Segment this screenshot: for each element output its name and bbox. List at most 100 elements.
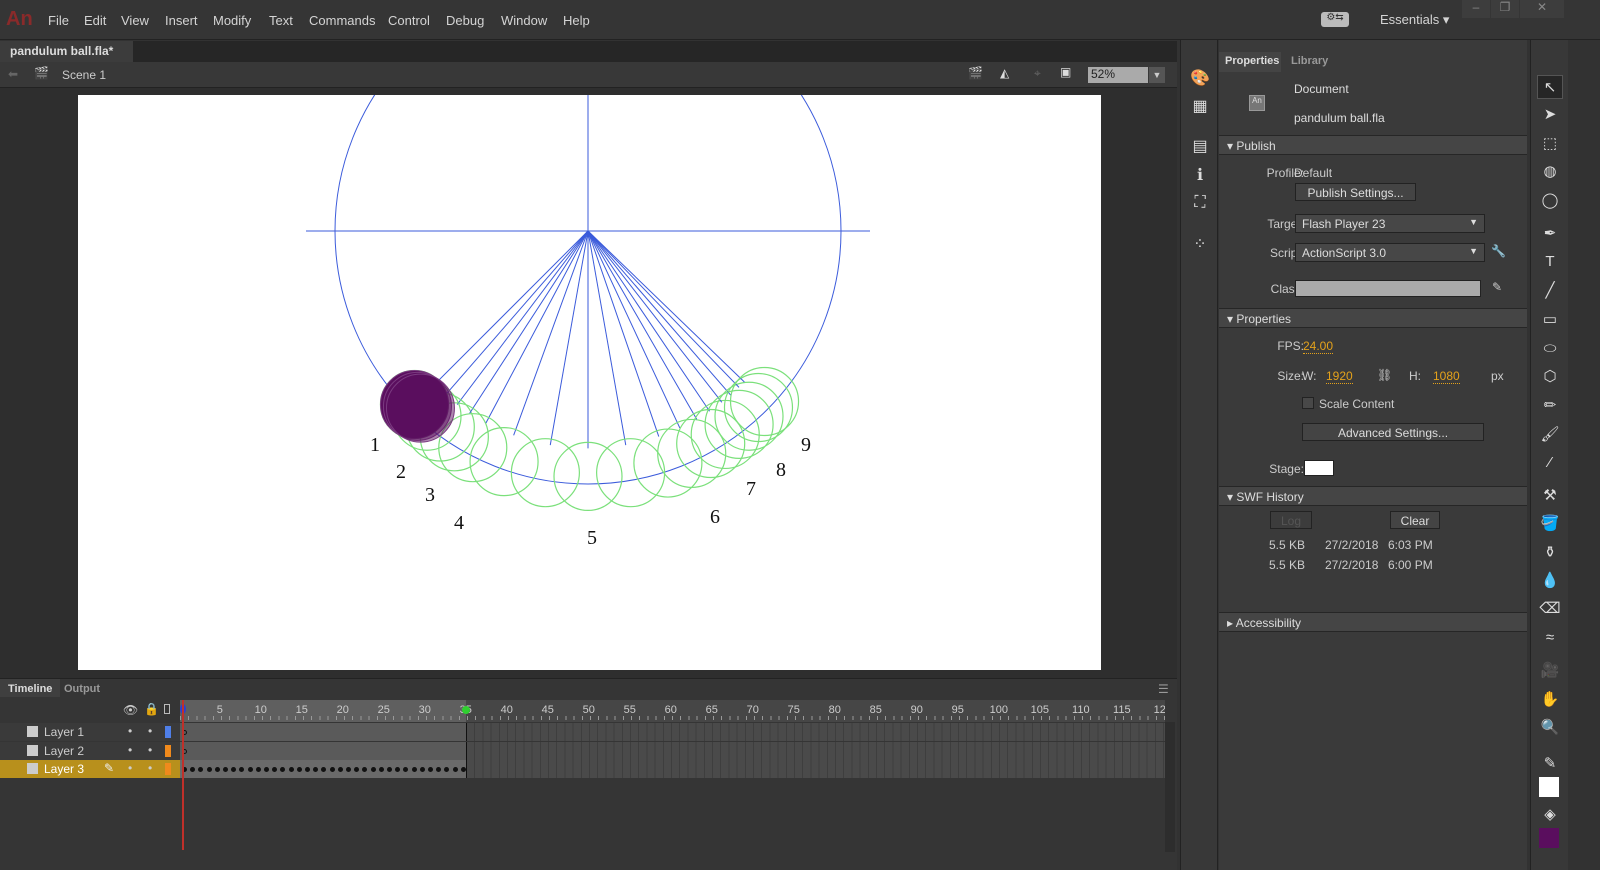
motion-presets-icon[interactable]: ⁘	[1189, 234, 1211, 256]
close-window-button[interactable]: ✕	[1520, 0, 1564, 18]
keyframe[interactable]	[223, 767, 228, 772]
tab-properties[interactable]: Properties	[1219, 52, 1281, 72]
accessibility-section-header[interactable]: ▸ Accessibility	[1219, 612, 1527, 632]
menu-view[interactable]: View	[121, 13, 149, 28]
keyframe[interactable]	[329, 767, 335, 772]
keyframe[interactable]	[247, 767, 253, 772]
lock-dot[interactable]: •	[148, 724, 152, 738]
lock-all-icon[interactable]: 🔒	[144, 702, 159, 716]
height-value[interactable]: 1080	[1433, 369, 1460, 384]
menu-control[interactable]: Control	[388, 13, 430, 28]
menu-window[interactable]: Window	[501, 13, 547, 28]
class-input[interactable]	[1295, 280, 1481, 297]
pen-tool-icon[interactable]: ✒	[1537, 222, 1563, 246]
keyframe[interactable]	[288, 767, 294, 772]
minimize-button[interactable]: –	[1462, 0, 1490, 18]
ink-bottle-tool-icon[interactable]: ⚱	[1537, 541, 1563, 565]
layer-name[interactable]: Layer 3	[44, 762, 84, 776]
frame-ruler[interactable]: 5101520253035404550556065707580859095100…	[180, 700, 1165, 722]
sync-settings-icon[interactable]: ⚙⇆	[1321, 12, 1349, 27]
3d-rotation-tool-icon[interactable]: ◍	[1537, 160, 1563, 184]
keyframe[interactable]	[346, 767, 351, 772]
paint-brush-tool-icon[interactable]: 🖌	[1537, 423, 1563, 447]
tab-timeline[interactable]: Timeline	[0, 679, 61, 697]
stroke-color-swatch[interactable]	[1539, 777, 1559, 797]
layer-name[interactable]: Layer 1	[44, 725, 84, 739]
zoom-dropdown-icon[interactable]: ▼	[1149, 67, 1165, 83]
keyframe[interactable]	[255, 767, 261, 772]
layer-outline-color[interactable]	[165, 744, 171, 757]
fill-color-icon[interactable]: ◈	[1537, 803, 1563, 827]
show-hide-all-icon[interactable]: 👁	[123, 703, 138, 717]
menu-text[interactable]: Text	[269, 13, 293, 28]
fps-value[interactable]: 24.00	[1303, 339, 1334, 354]
publish-settings-button[interactable]: Publish Settings...	[1295, 183, 1416, 201]
scene-name[interactable]: Scene 1	[62, 68, 106, 82]
width-value[interactable]: 1920	[1326, 369, 1353, 384]
menu-file[interactable]: File	[48, 13, 69, 28]
visibility-dot[interactable]: •	[128, 724, 132, 738]
back-arrow-icon[interactable]: ⬅	[8, 67, 18, 81]
stage-color-swatch[interactable]	[1304, 460, 1334, 476]
keyframe[interactable]	[419, 767, 425, 772]
zoom-input[interactable]: 52%	[1088, 67, 1148, 83]
end-frame-marker[interactable]	[462, 706, 470, 714]
layer-name[interactable]: Layer 2	[44, 744, 84, 758]
width-tool-icon[interactable]: ≈	[1537, 626, 1563, 650]
script-select[interactable]: ActionScript 3.0 ▼	[1295, 243, 1485, 262]
menu-help[interactable]: Help	[563, 13, 590, 28]
keyframe[interactable]	[206, 767, 212, 772]
keyframe[interactable]	[337, 767, 343, 772]
fill-color-swatch[interactable]	[1539, 828, 1559, 848]
clip-content-icon[interactable]: ▣	[1060, 65, 1071, 79]
rectangle-tool-icon[interactable]: ▭	[1537, 308, 1563, 332]
publish-section-header[interactable]: ▾ Publish	[1219, 135, 1527, 155]
target-select[interactable]: Flash Player 23 ▼	[1295, 214, 1485, 233]
polystar-tool-icon[interactable]: ⬡	[1537, 365, 1563, 389]
transform-icon[interactable]: ⛶	[1189, 194, 1211, 216]
lasso-tool-icon[interactable]: ◯	[1537, 189, 1563, 213]
swatches-grid-icon[interactable]: ▦	[1189, 96, 1211, 118]
timeline-scrollbar[interactable]	[1165, 722, 1175, 852]
scale-content-checkbox[interactable]	[1302, 397, 1314, 409]
keyframe[interactable]	[378, 767, 384, 772]
advanced-settings-button[interactable]: Advanced Settings...	[1302, 423, 1484, 441]
keyframe[interactable]	[411, 767, 417, 772]
edit-symbols-icon[interactable]: ◭	[1000, 66, 1009, 80]
keyframe[interactable]	[452, 767, 458, 772]
keyframe[interactable]	[264, 767, 269, 772]
keyframe[interactable]	[460, 767, 466, 772]
pencil-tool-icon[interactable]: ✏	[1537, 394, 1563, 418]
keyframe[interactable]	[214, 767, 220, 772]
align-icon[interactable]: ▤	[1189, 136, 1211, 158]
visibility-dot[interactable]: •	[128, 761, 132, 775]
tab-output[interactable]: Output	[64, 683, 100, 695]
keyframe[interactable]	[370, 767, 376, 772]
log-button[interactable]: Log	[1270, 511, 1312, 529]
oval-tool-icon[interactable]: ⬭	[1537, 337, 1563, 361]
zoom-tool-icon[interactable]: 🔍	[1537, 716, 1563, 740]
layer-frames[interactable]	[180, 723, 1165, 741]
selection-tool-icon[interactable]: ↖	[1537, 75, 1563, 99]
layer-frames[interactable]	[180, 760, 1165, 778]
camera-tool-icon[interactable]: 🎥	[1537, 659, 1563, 683]
menu-edit[interactable]: Edit	[84, 13, 106, 28]
eyedropper-tool-icon[interactable]: 💧	[1537, 569, 1563, 593]
tab-library[interactable]: Library	[1291, 55, 1328, 67]
edit-scene-icon[interactable]: 🎬	[968, 66, 983, 80]
layer-outline-color[interactable]	[165, 726, 171, 738]
hand-tool-icon[interactable]: ✋	[1537, 688, 1563, 712]
paint-bucket-tool-icon[interactable]: 🪣	[1537, 512, 1563, 536]
link-dimensions-icon[interactable]: ⛓	[1377, 368, 1392, 382]
panel-menu-icon[interactable]: ☰	[1158, 682, 1169, 696]
menu-commands[interactable]: Commands	[309, 13, 375, 28]
outline-all-icon[interactable]	[164, 704, 170, 714]
keyframe[interactable]	[296, 767, 302, 772]
bone-tool-icon[interactable]: ⚒	[1537, 484, 1563, 508]
keyframe[interactable]	[428, 767, 433, 772]
eraser-tool-icon[interactable]: ⌫	[1537, 597, 1563, 621]
playhead-line[interactable]	[182, 700, 184, 850]
brush-tool-icon[interactable]: ⁄	[1537, 451, 1563, 475]
stage[interactable]: 1234 5 6 789	[78, 95, 1101, 670]
stroke-color-icon[interactable]: ✎	[1537, 752, 1563, 776]
